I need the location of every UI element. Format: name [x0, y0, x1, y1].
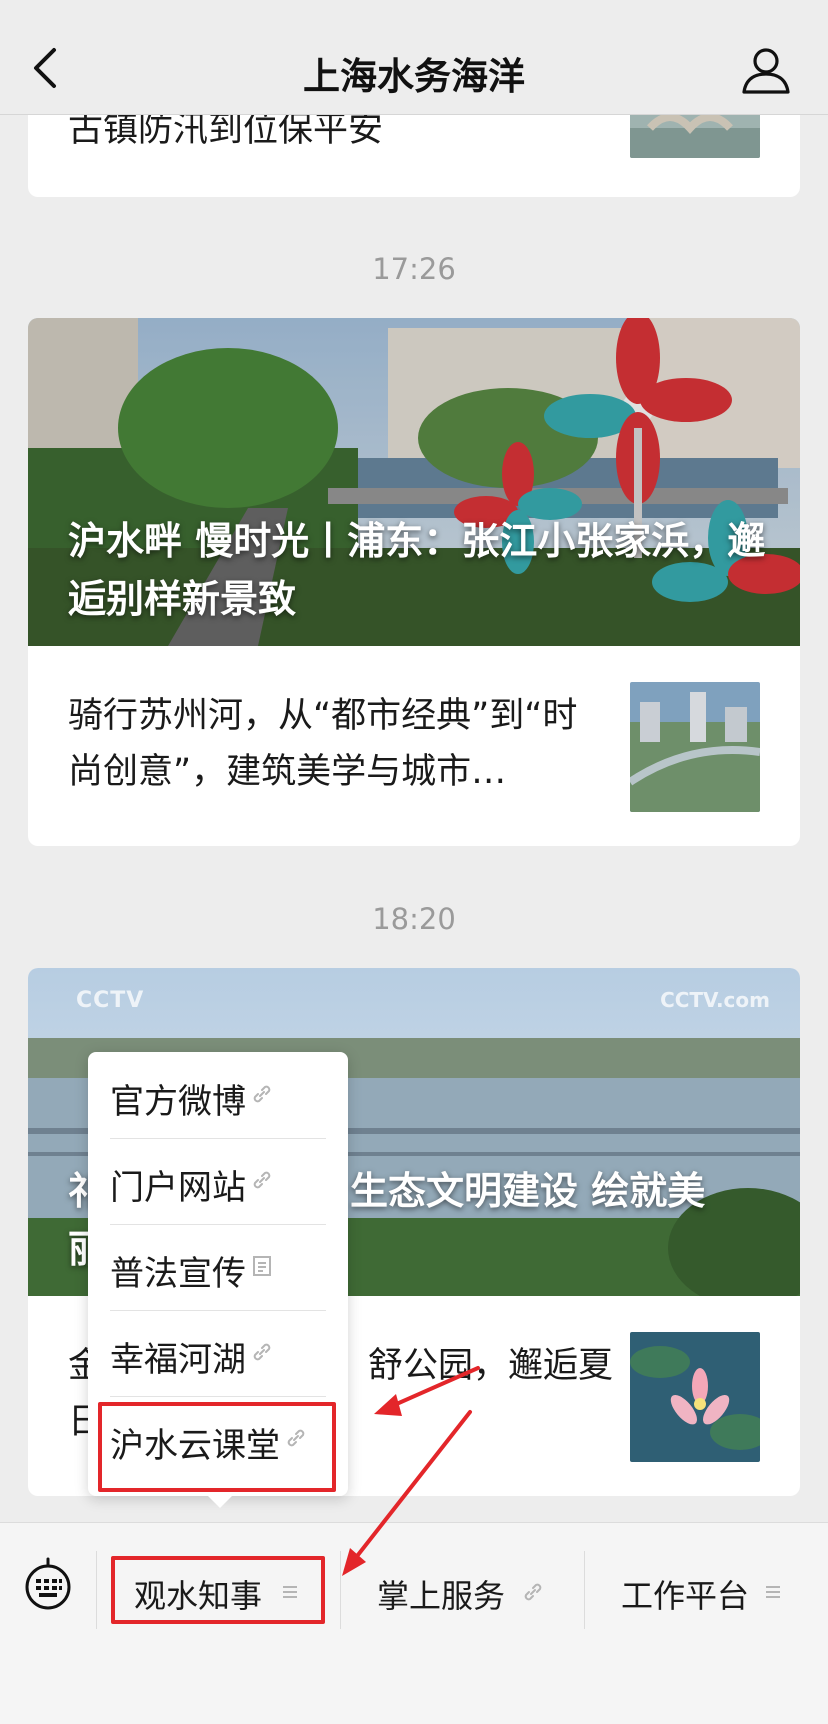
- link-icon: [253, 1085, 271, 1103]
- menu-button-services[interactable]: 掌上服务: [341, 1551, 583, 1629]
- keyboard-icon[interactable]: [24, 1557, 72, 1611]
- submenu-item-portal[interactable]: 门户网站: [110, 1138, 326, 1225]
- annotation-box-cloud-class: [98, 1402, 336, 1492]
- menu-label: 工作平台: [621, 1577, 750, 1615]
- cover-title: 沪水畔 慢时光丨浦东：张江小张家浜，邂逅别样新景致: [68, 519, 766, 621]
- article-row[interactable]: 骑行苏州河，从“都市经典”到“时尚创意”，建筑美学与城市…: [28, 646, 800, 846]
- link-icon: [253, 1343, 271, 1361]
- cctv-logo-right: CCTV.com: [660, 988, 770, 1012]
- link-icon: [524, 1583, 542, 1601]
- submenu-item-label: 门户网站: [110, 1168, 246, 1208]
- menu-button-workspace[interactable]: 工作平台: [585, 1551, 828, 1629]
- person-icon[interactable]: [740, 44, 792, 96]
- timestamp: 17:26: [372, 252, 456, 286]
- article-thumbnail: [630, 1332, 760, 1462]
- cctv-logo-left: CCTV: [76, 988, 145, 1013]
- submenu-item-legal[interactable]: 普法宣传: [110, 1224, 326, 1311]
- submenu-item-label: 官方微博: [110, 1082, 246, 1122]
- menu-lines-icon: [766, 1586, 780, 1598]
- page-title: 上海水务海洋: [303, 55, 525, 98]
- menu-label: 掌上服务: [377, 1577, 506, 1615]
- popup-caret: [206, 1494, 234, 1508]
- submenu-item-rivers[interactable]: 幸福河湖: [110, 1310, 326, 1397]
- article-title-right: 舒公园，邂逅夏: [368, 1346, 614, 1386]
- timestamp: 18:20: [372, 902, 456, 936]
- annotation-box-news-menu: [111, 1556, 325, 1624]
- submenu-item-label: 幸福河湖: [110, 1340, 246, 1380]
- article-card: 沪水畔 慢时光丨浦东：张江小张家浜，邂逅别样新景致 骑行苏州河，从“都市经典”到…: [28, 318, 800, 846]
- submenu-item-weibo[interactable]: 官方微博: [110, 1052, 326, 1139]
- cover-title-right: 生态文明建设 绘就美: [350, 1169, 706, 1213]
- nav-header: 上海水务海洋: [0, 0, 828, 115]
- link-icon: [253, 1171, 271, 1189]
- cover-article[interactable]: 沪水畔 慢时光丨浦东：张江小张家浜，邂逅别样新景致: [28, 318, 800, 646]
- divider: [96, 1551, 97, 1629]
- article-thumbnail: [630, 682, 760, 812]
- article-icon: [253, 1256, 271, 1276]
- submenu-item-label: 普法宣传: [110, 1254, 246, 1294]
- article-title: 骑行苏州河，从“都市经典”到“时尚创意”，建筑美学与城市…: [68, 696, 578, 792]
